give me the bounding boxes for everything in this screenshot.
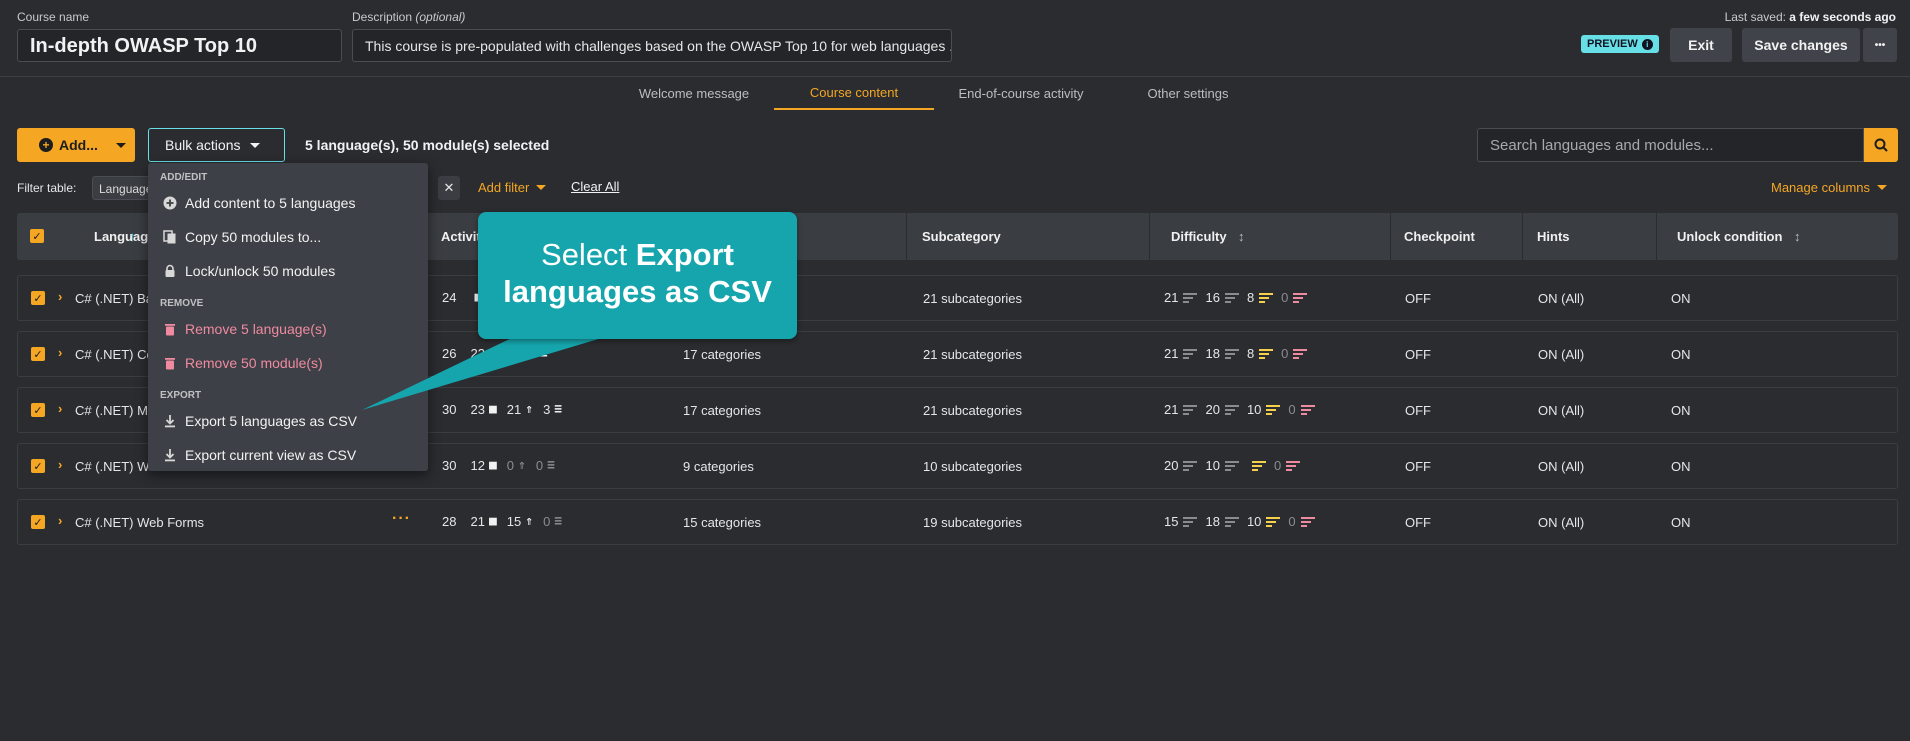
callout-line-2: languages as CSV	[478, 273, 797, 310]
callout-text-normal: Select	[541, 237, 636, 272]
callout-text-bold: Export	[635, 237, 734, 272]
instruction-callout: Select Export languages as CSV	[478, 212, 797, 339]
callout-text-bold-2: languages as CSV	[503, 274, 772, 309]
callout-pointer	[362, 334, 615, 410]
callout-line-1: Select Export	[478, 236, 797, 273]
